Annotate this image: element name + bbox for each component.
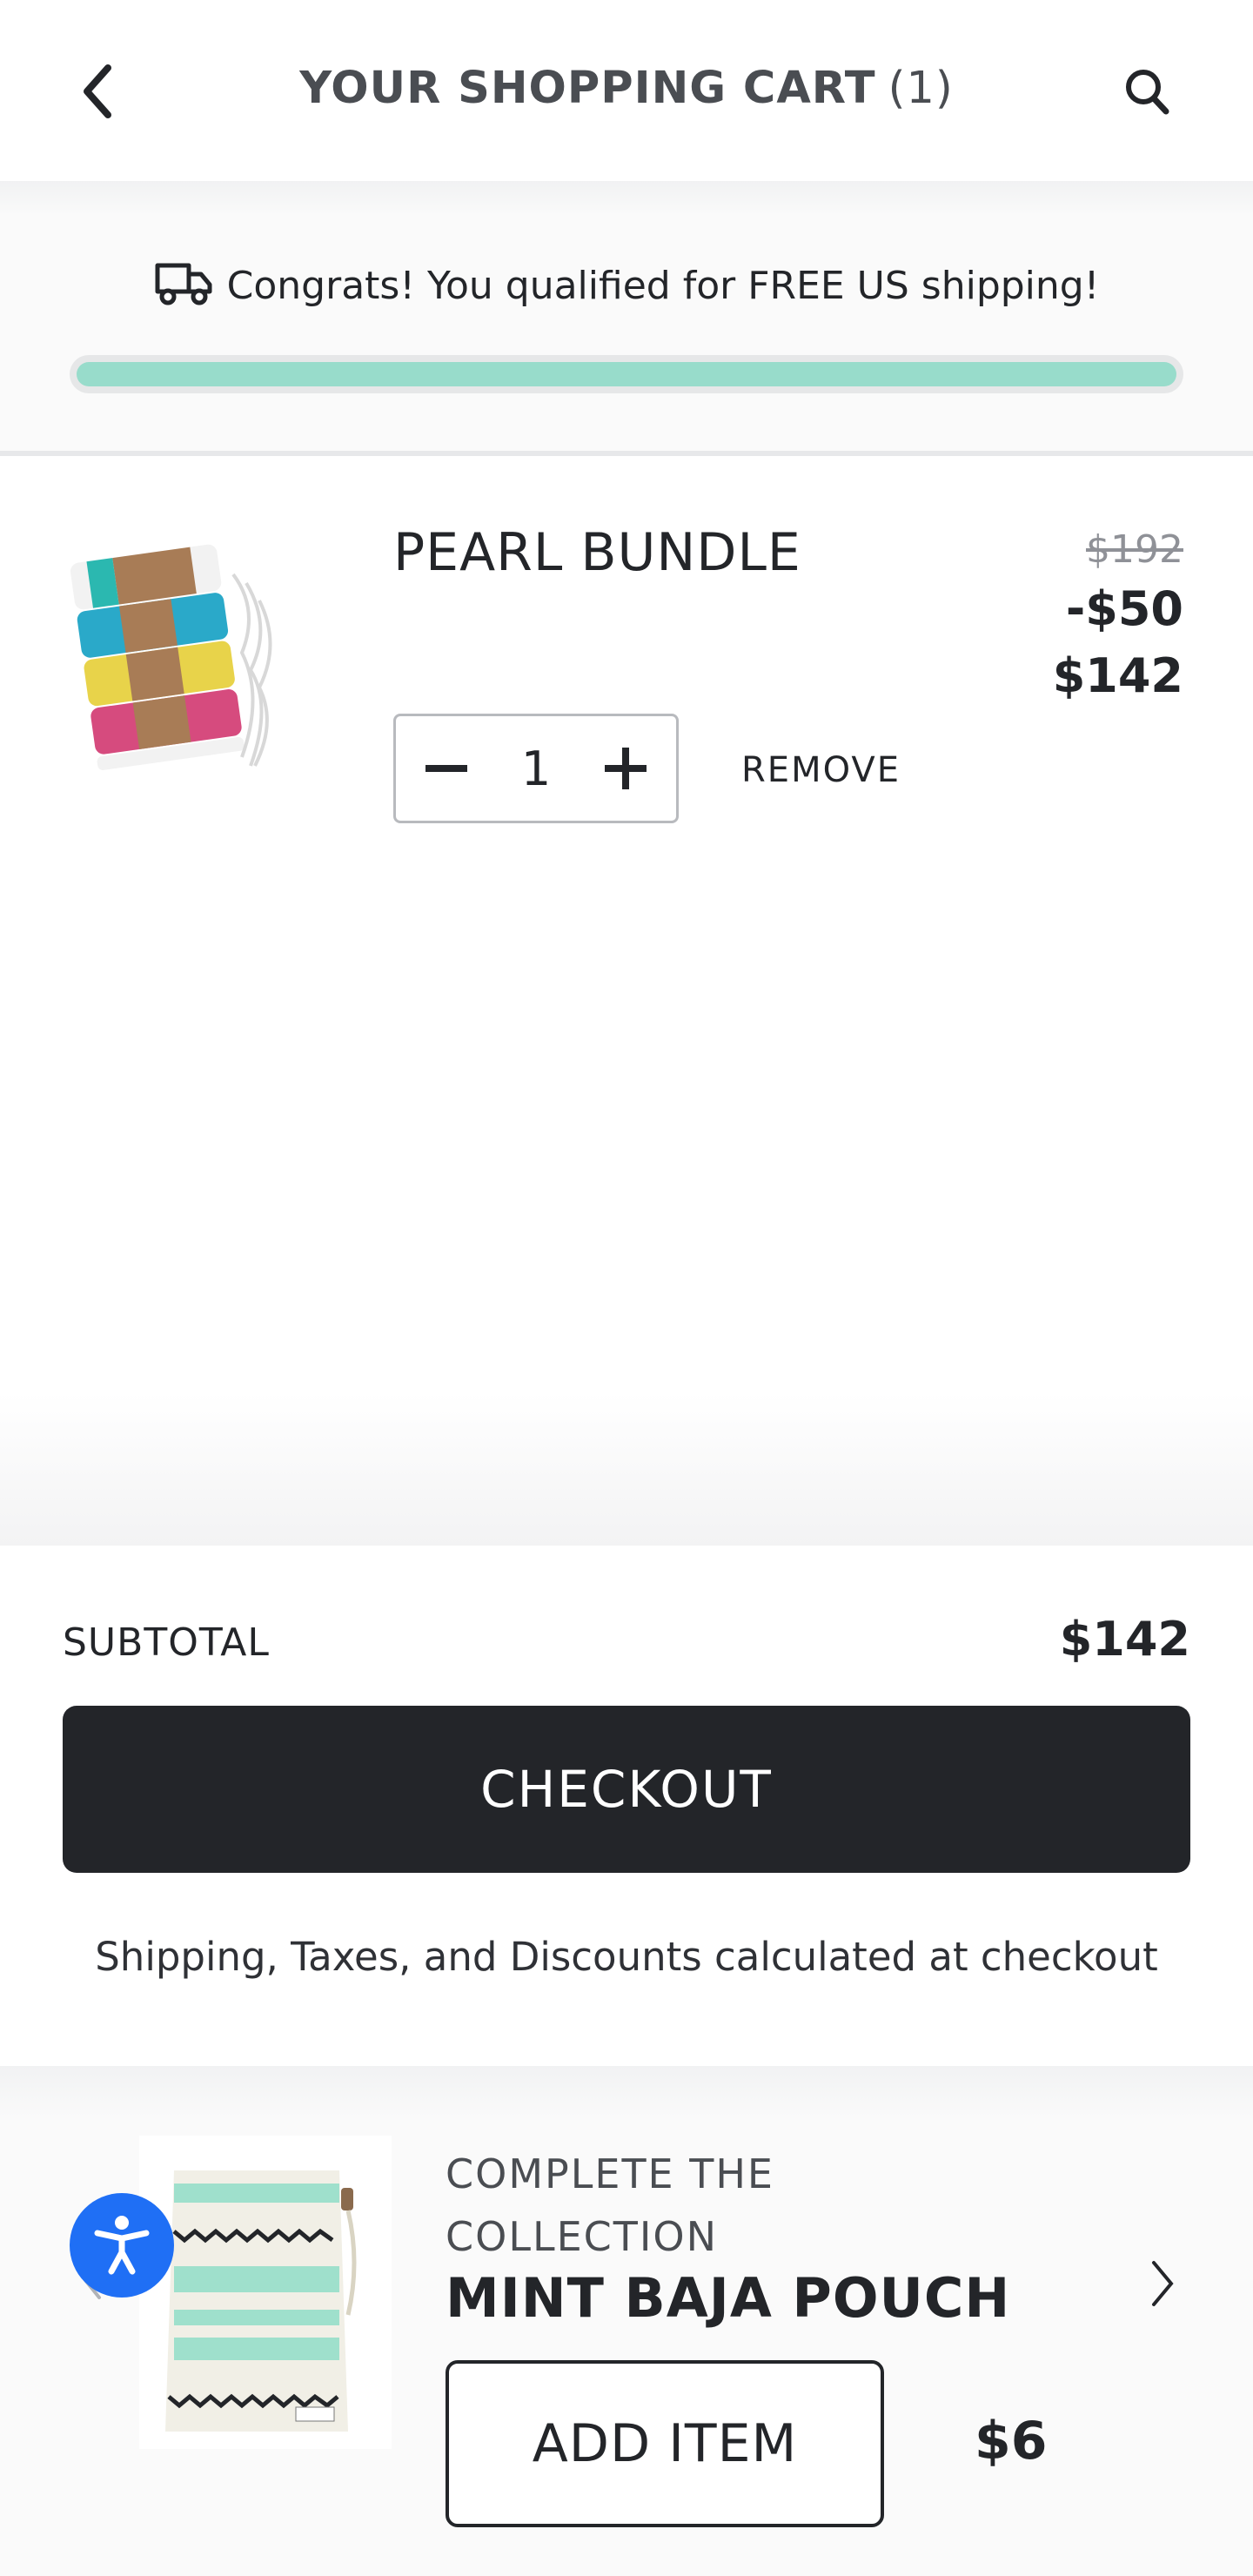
accessibility-icon[interactable] [70, 2193, 174, 2298]
checkout-button[interactable]: CHECKOUT [63, 1706, 1190, 1873]
free-shipping-banner: Congrats! You qualified for FREE US ship… [0, 181, 1253, 456]
shipping-message-text: Congrats! You qualified for FREE US ship… [226, 264, 1100, 308]
upsell-product-name[interactable]: MINT BAJA POUCH [446, 2266, 1010, 2330]
checkout-note: Shipping, Taxes, and Discounts calculate… [95, 1934, 1158, 1980]
cart-count: (1) [888, 63, 954, 114]
discount-amount: -$50 [1065, 581, 1183, 636]
page-title-text: YOUR SHOPPING CART [299, 63, 876, 114]
subtotal-label: SUBTOTAL [63, 1620, 270, 1665]
section-divider [0, 1392, 1253, 1546]
next-chevron-icon[interactable] [1145, 2256, 1180, 2311]
mint-baja-pouch-image[interactable] [139, 2136, 392, 2449]
original-price: $192 [1086, 527, 1183, 572]
add-item-button[interactable]: ADD ITEM [446, 2360, 884, 2527]
shipping-progress-fill [77, 362, 1176, 386]
cart-item-prices: $192 -$50 $142 [1053, 526, 1183, 708]
search-icon[interactable] [1121, 61, 1173, 122]
increase-quantity-button[interactable] [601, 744, 650, 793]
quantity-stepper: 1 [393, 714, 679, 823]
remove-item-button[interactable]: REMOVE [741, 750, 901, 790]
header: YOUR SHOPPING CART (1) [0, 0, 1253, 181]
pearl-bundle-product-image[interactable] [68, 522, 312, 818]
final-price: $142 [1052, 648, 1183, 703]
decrease-quantity-button[interactable] [422, 744, 471, 793]
upsell-eyebrow: COMPLETE THE COLLECTION [446, 2150, 774, 2260]
cart-item-name[interactable]: PEARL BUNDLE [393, 522, 801, 583]
shipping-message: Congrats! You qualified for FREE US ship… [0, 263, 1253, 312]
quantity-value[interactable]: 1 [521, 741, 551, 796]
truck-icon [154, 258, 215, 307]
upsell-price: $6 [975, 2411, 1048, 2472]
subtotal-value: $142 [1059, 1612, 1190, 1667]
shipping-progress-bar [70, 355, 1183, 393]
page-title: YOUR SHOPPING CART (1) [0, 63, 1253, 114]
